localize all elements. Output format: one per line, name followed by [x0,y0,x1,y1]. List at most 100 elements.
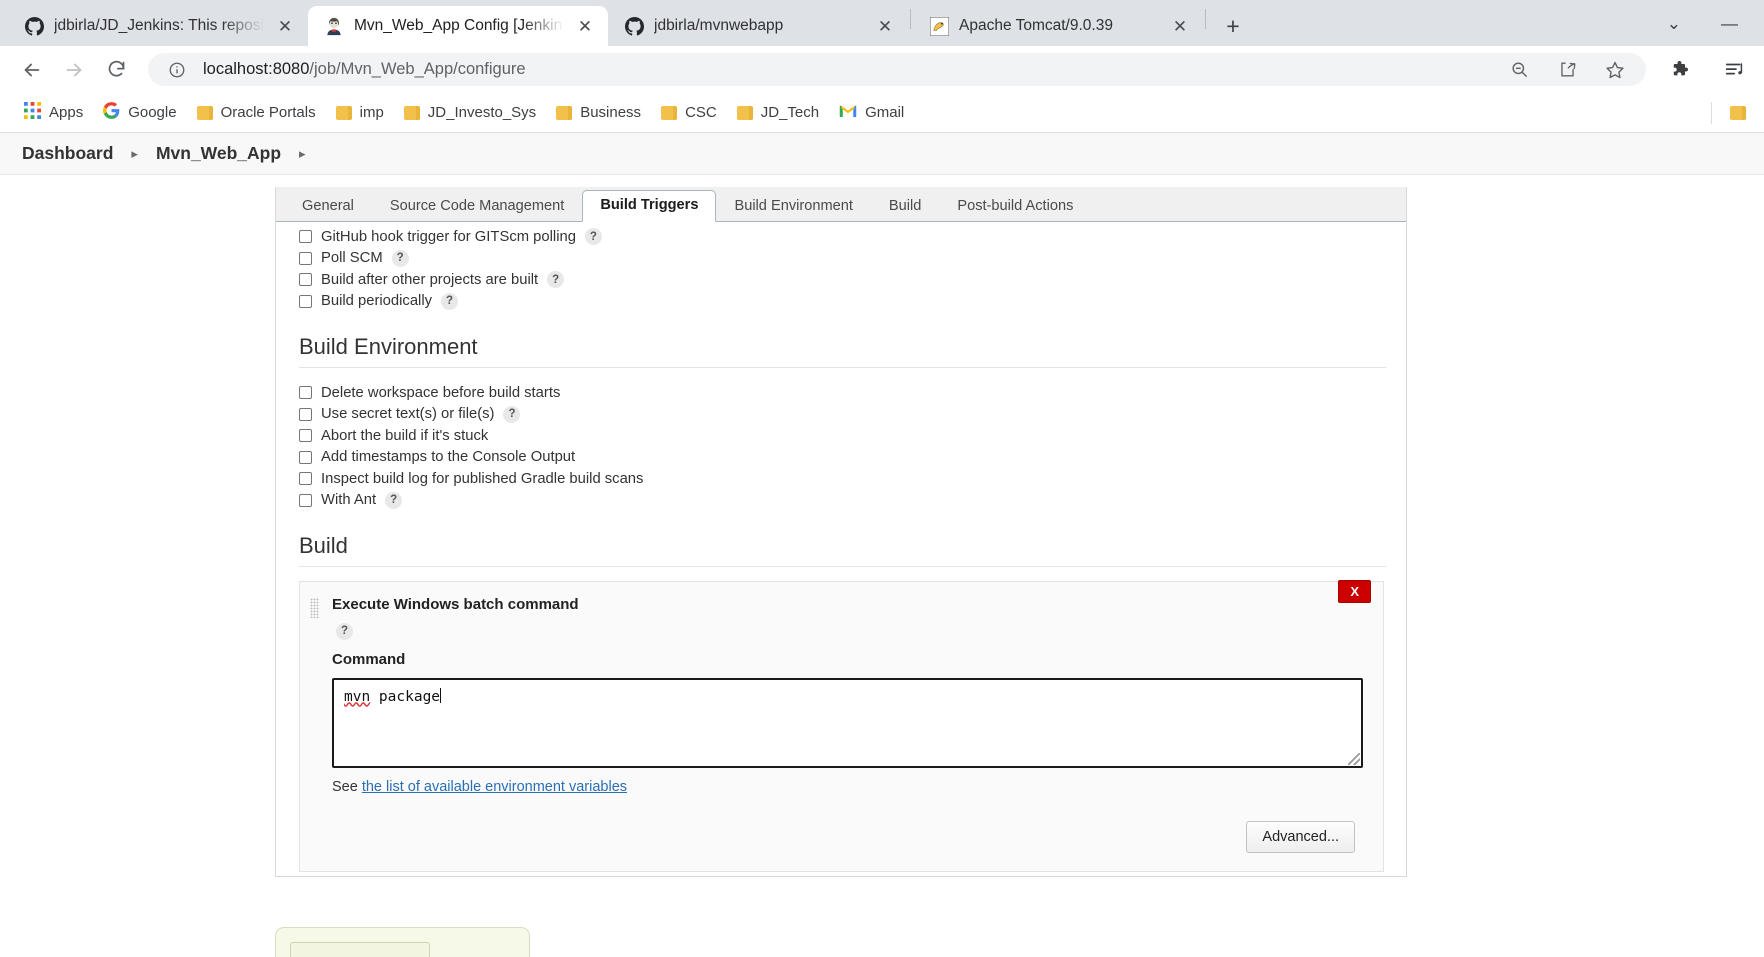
help-icon[interactable]: ? [391,249,409,267]
browser-tab-3[interactable]: jdbirla/mvnwebapp ✕ [608,6,908,46]
help-icon[interactable]: ? [385,491,403,509]
browser-tab-1[interactable]: jdbirla/JD_Jenkins: This repository ✕ [8,6,308,46]
tab-close-icon[interactable]: ✕ [1169,15,1191,37]
google-g-icon [103,102,120,123]
checkbox-delete-workspace[interactable] [299,386,312,400]
folder-icon [736,105,753,120]
reading-list-icon[interactable] [1722,57,1748,83]
bookmark-gmail[interactable]: Gmail [829,100,914,126]
browser-tab-4[interactable]: Apache Tomcat/9.0.39 ✕ [913,6,1203,46]
breadcrumb-job[interactable]: Mvn_Web_App [152,143,285,164]
env-row-inspect-build-log[interactable]: Inspect build log for published Gradle b… [292,468,1390,490]
back-button[interactable] [14,52,50,88]
command-field-label: Command [332,650,406,668]
minimize-icon[interactable]: — [1721,14,1738,34]
folder-icon [1730,105,1746,120]
trigger-row-poll-scm[interactable]: Poll SCM ? [292,248,1390,270]
folder-icon [335,105,352,120]
trigger-label: Build periodically [321,293,433,310]
bookmark-label: JD_Investo_Sys [427,104,537,121]
help-icon[interactable]: ? [584,228,602,246]
config-tab-bar: General Source Code Management Build Tri… [276,187,1406,222]
tab-title: jdbirla/mvnwebapp [654,17,784,34]
save-button[interactable] [290,942,430,957]
checkbox-abort-build-stuck[interactable] [299,429,312,443]
zoom-out-icon[interactable] [1506,57,1532,83]
checkbox-poll-scm[interactable] [299,251,312,265]
window-controls: ⌄ — [1667,14,1764,46]
tab-general[interactable]: General [284,191,372,222]
section-divider [299,566,1386,567]
checkbox-build-periodically[interactable] [299,294,312,308]
tab-close-icon[interactable]: ✕ [274,15,296,37]
reload-button[interactable] [98,52,134,88]
bookmark-label: Business [580,104,642,121]
forward-button[interactable] [56,52,92,88]
bookmark-label: imp [359,104,384,121]
checkbox-github-hook[interactable] [299,230,312,244]
help-icon[interactable]: ? [441,292,459,310]
help-icon[interactable]: ? [547,271,565,289]
trigger-row-github-hook[interactable]: GitHub hook trigger for GITScm polling ? [292,226,1390,248]
trigger-row-build-periodically[interactable]: Build periodically ? [292,291,1390,313]
checkbox-inspect-build-log[interactable] [299,472,312,486]
extensions-puzzle-icon[interactable] [1668,57,1694,83]
command-value-misspelled: mvn [344,688,371,705]
tab-source-code-management[interactable]: Source Code Management [372,191,582,222]
tab-search-chevron-icon[interactable]: ⌄ [1667,14,1681,34]
advanced-button[interactable]: Advanced... [1246,820,1355,853]
address-bar[interactable]: localhost:8080/job/Mvn_Web_App/configure [148,53,1646,86]
tab-close-icon[interactable]: ✕ [574,15,596,37]
bookmark-star-icon[interactable] [1602,57,1628,83]
checkbox-with-ant[interactable] [299,493,312,507]
bookmark-oracle-portals[interactable]: Oracle Portals [187,100,326,125]
resize-handle-icon[interactable] [1348,752,1360,765]
browser-toolbar: localhost:8080/job/Mvn_Web_App/configure [0,46,1764,93]
config-form-body: GitHub hook trigger for GITScm polling ?… [276,222,1406,876]
drag-handle-icon[interactable] [310,598,319,618]
tab-post-build-actions[interactable]: Post-build Actions [939,191,1091,222]
tab-build-environment[interactable]: Build Environment [716,191,870,222]
apps-grid-icon [24,102,41,123]
jenkins-icon [324,16,344,36]
help-icon[interactable]: ? [336,622,353,640]
tab-divider [910,8,911,29]
delete-build-step-button[interactable]: X [1338,580,1371,603]
bookmark-jd-tech[interactable]: JD_Tech [727,100,829,125]
folder-icon [556,105,573,120]
checkbox-use-secret-text[interactable] [299,407,312,421]
env-row-delete-workspace[interactable]: Delete workspace before build starts [292,382,1390,404]
bookmark-jd-investo-sys[interactable]: JD_Investo_Sys [394,100,546,125]
bookmark-business[interactable]: Business [546,100,651,125]
breadcrumb-dashboard[interactable]: Dashboard [18,143,117,164]
browser-tab-2[interactable]: Mvn_Web_App Config [Jenkins] ✕ [308,6,608,46]
bookmark-google[interactable]: Google [93,98,186,127]
bookmark-csc[interactable]: CSC [651,100,727,125]
env-row-add-timestamps[interactable]: Add timestamps to the Console Output [292,447,1390,469]
breadcrumb-separator-icon: ▸ [131,145,138,161]
bookmark-imp[interactable]: imp [326,100,394,125]
github-icon [24,16,44,36]
env-row-abort-build-stuck[interactable]: Abort the build if it's stuck [292,425,1390,447]
bookmark-label: Apps [49,104,84,121]
env-label: Inspect build log for published Gradle b… [321,470,644,487]
url-host: localhost:8080 [203,60,310,78]
bookmark-overflow[interactable] [1720,102,1754,124]
address-bar-url: localhost:8080/job/Mvn_Web_App/configure [203,60,526,79]
new-tab-button[interactable]: + [1216,9,1250,43]
checkbox-build-after-other-projects[interactable] [299,273,312,287]
env-variables-link[interactable]: the list of available environment variab… [362,779,627,795]
help-icon[interactable]: ? [503,405,521,423]
trigger-row-build-after-other-projects[interactable]: Build after other projects are built ? [292,269,1390,291]
command-textarea[interactable]: mvn package [332,677,1363,768]
share-icon[interactable] [1554,57,1580,83]
env-row-use-secret-text[interactable]: Use secret text(s) or file(s) ? [292,404,1390,426]
env-row-with-ant[interactable]: With Ant ? [292,490,1390,512]
site-info-icon[interactable] [164,57,190,83]
build-step-execute-windows-batch: X Execute Windows batch command ? Comman… [299,580,1384,872]
bookmark-apps[interactable]: Apps [14,98,93,127]
tab-close-icon[interactable]: ✕ [874,15,896,37]
tab-build[interactable]: Build [871,191,939,222]
tab-build-triggers[interactable]: Build Triggers [582,190,717,222]
checkbox-add-timestamps[interactable] [299,450,312,464]
